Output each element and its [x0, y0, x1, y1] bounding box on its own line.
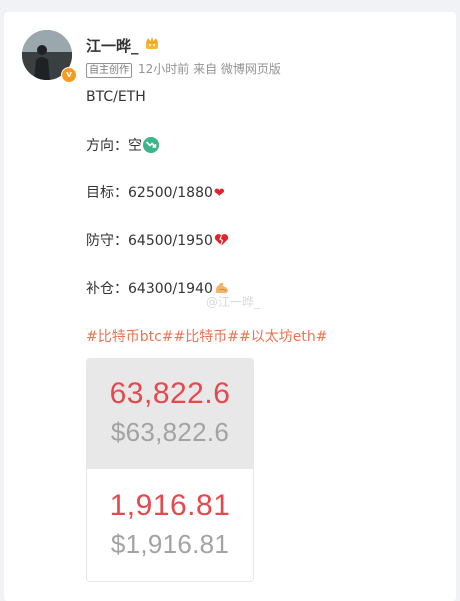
username[interactable]: 江一晔_ — [86, 35, 139, 56]
down-arrow-icon — [143, 137, 159, 153]
direction-text: 方向：空 — [86, 138, 142, 154]
crown-icon[interactable] — [145, 36, 159, 50]
hashtag-bitcoin[interactable]: #比特币# — [174, 329, 239, 345]
verified-v-icon: v — [61, 67, 77, 83]
hashtag-row: #比特币btc##比特币##以太坊eth# — [86, 326, 327, 346]
btc-price-panel: 63,822.6 $63,822.6 — [87, 359, 253, 469]
broken-heart-icon — [214, 234, 229, 246]
image-watermark: @江一晔_ — [206, 295, 261, 309]
target-text: 目标：62500/1880 — [86, 185, 213, 201]
eth-price-usd: $1,916.81 — [110, 529, 230, 559]
line-stop: 防守：64500/1950 — [86, 230, 229, 250]
post-image[interactable]: 63,822.6 $63,822.6 1,916.81 $1,916.81 — [86, 358, 254, 582]
eth-price-panel: 1,916.81 $1,916.81 — [87, 469, 253, 581]
stop-text: 防守：64500/1950 — [86, 233, 213, 249]
post-time[interactable]: 12小时前 — [138, 62, 189, 76]
line-target: 目标：62500/1880❤ — [86, 182, 225, 202]
add-text: 补仓：64300/1940 — [86, 281, 213, 297]
eth-price: 1,916.81 — [109, 489, 231, 522]
btc-price-usd: $63,822.6 — [110, 417, 230, 447]
line-pair: BTC/ETH — [86, 89, 146, 105]
line-direction: 方向：空 — [86, 135, 159, 155]
btc-price: 63,822.6 — [109, 377, 231, 410]
hashtag-btc[interactable]: #比特币btc# — [86, 329, 174, 345]
post-meta: 自主创作 12小时前 来自 微博网页版 — [86, 60, 281, 78]
original-badge: 自主创作 — [86, 63, 132, 78]
post-source: 来自 微博网页版 — [193, 62, 281, 76]
hashtag-eth[interactable]: #以太坊eth# — [239, 329, 327, 345]
heart-icon: ❤ — [213, 186, 225, 201]
